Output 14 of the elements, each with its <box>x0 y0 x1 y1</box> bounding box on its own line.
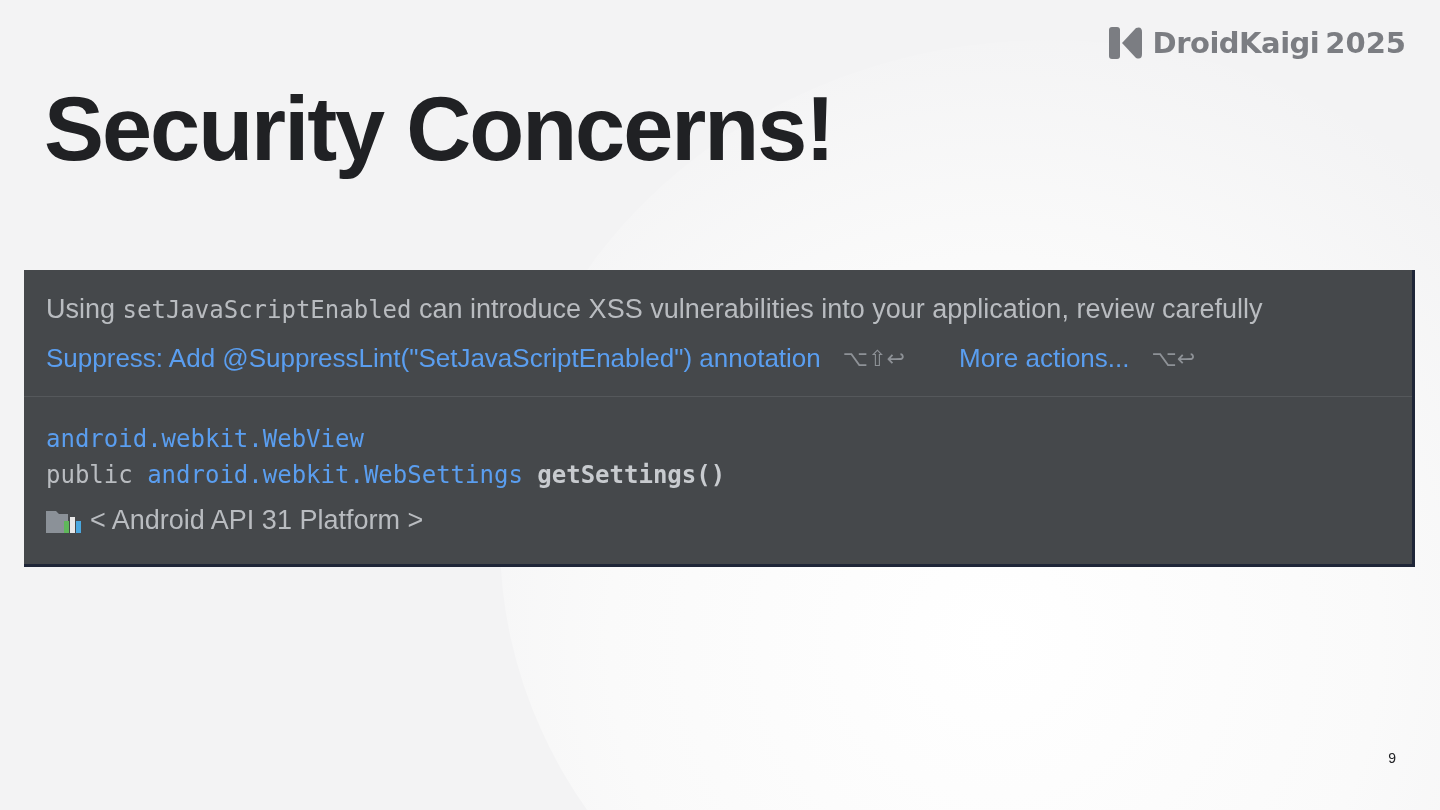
library-icon <box>46 508 82 533</box>
logo-icon <box>1108 26 1143 60</box>
logo-text: DroidKaigi <box>1152 26 1320 60</box>
library-name: < Android API 31 Platform > <box>90 505 424 536</box>
warning-message: Using setJavaScriptEnabled can introduce XSS vulnerabilities into your application, review carefully <box>46 293 1264 326</box>
code-signature: public android.webkit.WebSettings getSettings() <box>46 460 727 491</box>
action-link[interactable]: More actions... <box>959 343 1130 374</box>
page-number: 9 <box>1388 750 1396 766</box>
slide-title: Security Concerns! <box>44 78 834 181</box>
action-link[interactable]: Suppress: Add @SuppressLint("SetJavaScriptEnabled") annotation <box>46 343 821 374</box>
code-signature: android.webkit.WebView <box>46 424 365 455</box>
logo-year: 2025 <box>1325 26 1406 60</box>
keyboard-shortcut: ⌥⇧↩ <box>842 346 905 371</box>
keyboard-shortcut: ⌥↩ <box>1151 346 1196 371</box>
